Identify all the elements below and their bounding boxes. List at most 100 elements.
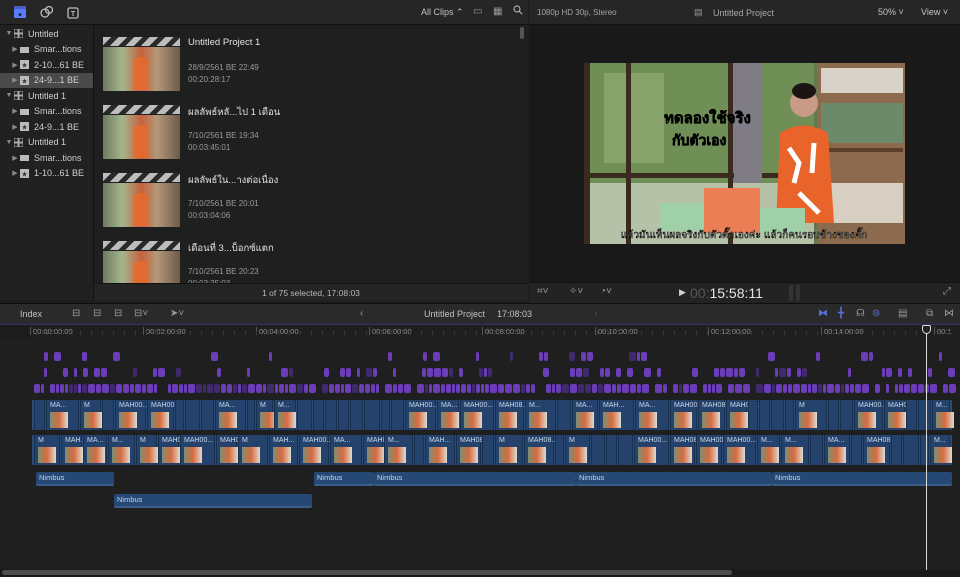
connected-audio-clip[interactable]	[793, 384, 800, 393]
video-clip[interactable]	[297, 400, 312, 430]
connected-audio-clip[interactable]	[34, 384, 40, 393]
audio-skimming-headphones-icon[interactable]: ☊	[856, 308, 865, 319]
connected-audio-clip[interactable]	[467, 384, 471, 393]
video-clip[interactable]: M...	[932, 400, 954, 430]
connected-audio-clip[interactable]	[289, 368, 293, 377]
connected-audio-clip[interactable]	[41, 384, 44, 393]
connected-audio-clip[interactable]	[801, 384, 807, 393]
connected-audio-clip[interactable]	[242, 384, 247, 393]
connected-audio-clip[interactable]	[433, 384, 440, 393]
video-clip[interactable]	[748, 400, 758, 430]
video-clip[interactable]	[903, 435, 919, 465]
connected-audio-clip[interactable]	[655, 384, 662, 393]
video-clip[interactable]	[247, 400, 255, 430]
connected-audio-clip[interactable]	[911, 384, 917, 393]
connected-audio-clip[interactable]	[434, 368, 441, 377]
connected-audio-clip[interactable]	[289, 384, 296, 393]
connected-audio-clip[interactable]	[562, 384, 569, 393]
solo-icon[interactable]: ⊜	[872, 308, 880, 319]
connected-audio-clip[interactable]	[82, 384, 87, 393]
connected-audio-clip[interactable]	[158, 368, 165, 377]
video-clip[interactable]	[840, 400, 853, 430]
connected-audio-clip[interactable]	[352, 384, 358, 393]
connected-audio-clip[interactable]	[904, 384, 910, 393]
search-icon[interactable]	[513, 5, 523, 18]
connected-audio-clip[interactable]	[943, 384, 948, 393]
video-clip[interactable]	[851, 435, 862, 465]
connected-audio-clip[interactable]	[309, 384, 316, 393]
video-clip[interactable]: MA...	[330, 435, 362, 465]
library-item-folder[interactable]: ▶ Smar...tions	[0, 104, 93, 120]
titles-generators-icon[interactable]: T	[67, 5, 81, 19]
connected-audio-clip[interactable]	[116, 384, 122, 393]
connected-audio-clip[interactable]	[726, 368, 733, 377]
connected-audio-clip[interactable]	[44, 352, 48, 361]
connected-audio-clip[interactable]	[703, 384, 707, 393]
clip-thumbnail[interactable]	[103, 115, 180, 159]
connected-audio-clip[interactable]	[123, 384, 129, 393]
connected-audio-clip[interactable]	[898, 368, 902, 377]
connected-audio-clip[interactable]	[441, 384, 445, 393]
connected-audio-clip[interactable]	[214, 384, 220, 393]
connected-audio-clip[interactable]	[592, 384, 597, 393]
connected-audio-clip[interactable]	[823, 384, 826, 393]
connected-audio-clip[interactable]	[882, 368, 885, 377]
forward-arrow-icon[interactable]: ›	[594, 308, 597, 319]
title-clip-nimbus[interactable]: Nimbus	[576, 472, 772, 486]
title-clip-nimbus[interactable]: Nimbus	[114, 494, 312, 508]
library-item-event[interactable]: ▶ ★ 2-10...61 BE	[0, 57, 93, 73]
connected-audio-clip[interactable]	[850, 384, 854, 393]
retime-speed-icon[interactable]: ◔˅	[600, 286, 612, 297]
connected-audio-clip[interactable]	[505, 384, 512, 393]
connected-audio-clip[interactable]	[217, 368, 221, 377]
connected-audio-clip[interactable]	[812, 384, 817, 393]
connected-audio-clip[interactable]	[472, 384, 475, 393]
video-clip[interactable]: MAH08...	[698, 400, 731, 430]
connected-audio-clip[interactable]	[816, 352, 820, 361]
browser-clip[interactable]: ผลลัพธ์ใน...างต่อเนื่อง 7/10/2561 BE 20:0…	[103, 173, 433, 233]
connected-audio-clip[interactable]	[886, 368, 892, 377]
connected-audio-clip[interactable]	[388, 352, 392, 361]
connected-audio-clip[interactable]	[827, 384, 834, 393]
connected-audio-clip[interactable]	[459, 368, 463, 377]
connected-audio-clip[interactable]	[630, 384, 636, 393]
library-item-library[interactable]: ▼ Untitled 1	[0, 88, 93, 104]
connected-audio-clip[interactable]	[263, 384, 266, 393]
connected-audio-clip[interactable]	[82, 352, 87, 361]
skimming-icon[interactable]: ╋	[838, 308, 844, 319]
connected-audio-clip[interactable]	[776, 384, 782, 393]
connected-audio-clip[interactable]	[69, 384, 73, 393]
zoom-dropdown[interactable]: 50% ˅	[878, 7, 904, 17]
connected-audio-clip[interactable]	[756, 384, 763, 393]
video-clip[interactable]	[759, 400, 770, 430]
library-item-event[interactable]: ▶ ★ 1-10...61 BE	[0, 166, 93, 182]
connected-audio-clip[interactable]	[583, 368, 589, 377]
library-item-library[interactable]: ▼ Untitled	[0, 26, 93, 42]
connected-audio-clip[interactable]	[679, 384, 682, 393]
photos-audio-icon[interactable]	[40, 5, 54, 19]
connected-audio-clip[interactable]	[322, 384, 328, 393]
connected-audio-clip[interactable]	[88, 384, 95, 393]
video-clip[interactable]: MAH00...	[180, 435, 215, 465]
connected-audio-clip[interactable]	[179, 384, 183, 393]
connected-audio-clip[interactable]	[267, 384, 274, 393]
video-clip[interactable]: MAH08...	[456, 435, 489, 465]
video-clip[interactable]: MA...	[215, 400, 246, 430]
connected-audio-clip[interactable]	[130, 384, 134, 393]
connected-audio-clip[interactable]	[427, 368, 433, 377]
append-clip-icon[interactable]: ⊟	[114, 308, 122, 319]
video-clip[interactable]	[414, 435, 424, 465]
playhead-handle[interactable]	[922, 325, 931, 334]
title-clip-nimbus[interactable]: Nimbus	[36, 472, 114, 486]
connected-audio-clip[interactable]	[110, 384, 115, 393]
connected-audio-clip[interactable]	[908, 368, 912, 377]
clip-appearance-icon[interactable]: ▤	[898, 308, 907, 319]
connected-audio-clip[interactable]	[366, 368, 372, 377]
connected-audio-clip[interactable]	[585, 384, 591, 393]
disclosure-expanded-icon[interactable]: ▼	[4, 139, 14, 146]
playhead[interactable]	[926, 327, 927, 570]
fullscreen-icon[interactable]: ⤢	[943, 286, 951, 297]
connected-audio-clip[interactable]	[627, 368, 633, 377]
connected-audio-clip[interactable]	[142, 384, 146, 393]
disclosure-collapsed-icon[interactable]: ▶	[10, 61, 20, 69]
